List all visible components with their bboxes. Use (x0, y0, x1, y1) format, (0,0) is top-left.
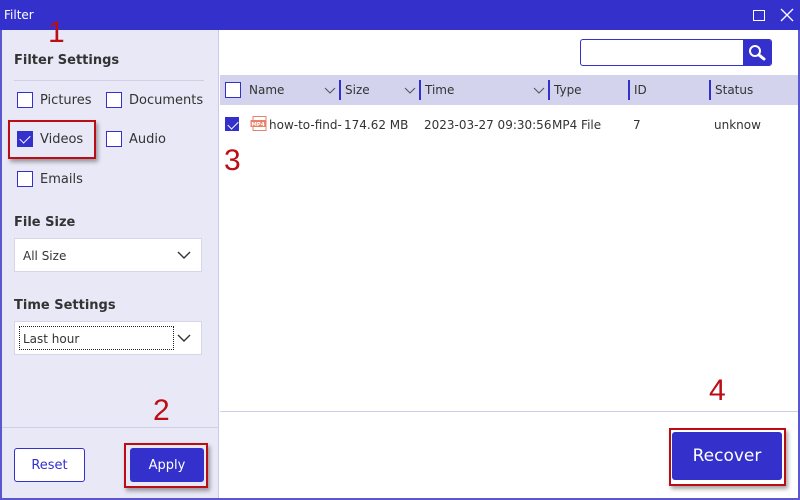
time-settings-select[interactable]: Last hour (14, 321, 202, 355)
column-separator[interactable] (709, 80, 711, 100)
window-border (0, 30, 2, 500)
column-header-id[interactable]: ID (628, 75, 709, 105)
file-size-value: All Size (23, 249, 67, 263)
recover-button[interactable]: Recover (672, 432, 782, 480)
column-separator[interactable] (419, 80, 421, 100)
column-header-type[interactable]: Type (548, 75, 628, 105)
time-settings-value: Last hour (23, 332, 80, 346)
row-status: unknow (714, 118, 761, 132)
row-name: how-to-find- (269, 118, 342, 132)
checkbox-audio[interactable]: Audio (106, 131, 166, 147)
close-icon[interactable] (778, 6, 796, 24)
search-box[interactable] (580, 39, 772, 66)
filter-sidebar: Filter Settings Pictures Documents Video… (2, 30, 219, 498)
checkbox-documents[interactable]: Documents (106, 92, 203, 108)
chevron-down-icon (533, 87, 545, 94)
column-header-label: Status (715, 83, 754, 97)
file-size-select[interactable]: All Size (14, 238, 202, 272)
chevron-down-icon (324, 87, 336, 94)
column-header-label: Name (249, 83, 285, 97)
column-header-size[interactable]: Size (339, 75, 419, 105)
title-bar: Filter (0, 0, 800, 30)
checkbox-pictures-box[interactable] (17, 92, 33, 108)
annotation-step-4: 4 (709, 374, 726, 407)
annotation-step-3: 3 (224, 144, 241, 177)
column-header-label: Type (554, 83, 582, 97)
search-input[interactable] (581, 40, 744, 65)
divider (2, 427, 219, 428)
column-header-status[interactable]: Status (709, 75, 798, 105)
file-size-heading: File Size (14, 215, 76, 230)
column-header-name[interactable]: Name (243, 75, 339, 105)
time-settings-heading: Time Settings (14, 298, 116, 313)
search-icon (749, 45, 766, 61)
table-header: Name Size Time Type ID Status (220, 75, 798, 105)
svg-text:MP4: MP4 (251, 122, 265, 128)
checkbox-videos-box[interactable] (17, 131, 33, 147)
checkbox-emails-label: Emails (40, 171, 83, 187)
apply-button[interactable]: Apply (130, 448, 204, 482)
table-row[interactable]: MP4 how-to-find- 174.62 MB 2023-03-27 09… (220, 110, 798, 138)
annotation-step-1: 1 (48, 16, 65, 49)
divider (14, 80, 204, 81)
annotation-step-2: 2 (153, 394, 170, 427)
checkbox-documents-label: Documents (129, 92, 204, 108)
window-title: Filter (4, 8, 34, 22)
search-button[interactable] (743, 40, 771, 65)
column-header-label: Time (425, 83, 455, 97)
column-separator[interactable] (628, 80, 630, 100)
checkbox-videos[interactable]: Videos (17, 131, 83, 147)
checkbox-videos-label: Videos (40, 131, 84, 147)
filter-settings-heading: Filter Settings (14, 53, 120, 68)
column-header-label: ID (634, 83, 647, 97)
row-type: MP4 File (552, 118, 602, 132)
column-separator[interactable] (548, 80, 550, 100)
reset-button[interactable]: Reset (14, 448, 85, 482)
row-checkbox[interactable] (225, 117, 239, 131)
results-panel: Name Size Time Type ID Status MP4 how-to… (220, 30, 798, 498)
chevron-down-icon (177, 251, 191, 259)
row-id: 7 (633, 118, 641, 132)
checkbox-audio-label: Audio (129, 131, 166, 147)
select-all-checkbox[interactable] (225, 82, 241, 98)
column-header-label: Size (345, 83, 370, 97)
row-size: 174.62 MB (344, 118, 409, 132)
checkbox-documents-box[interactable] (106, 92, 122, 108)
checkbox-audio-box[interactable] (106, 131, 122, 147)
maximize-icon[interactable] (750, 6, 768, 24)
divider (220, 411, 798, 412)
mp4-file-icon: MP4 (250, 116, 267, 131)
chevron-down-icon (404, 87, 416, 94)
column-header-time[interactable]: Time (419, 75, 549, 105)
row-time: 2023-03-27 09:30:56 (424, 118, 552, 132)
checkbox-emails[interactable]: Emails (17, 171, 83, 187)
checkbox-pictures-label: Pictures (40, 92, 92, 108)
checkbox-emails-box[interactable] (17, 171, 33, 187)
checkbox-pictures[interactable]: Pictures (17, 92, 91, 108)
column-separator[interactable] (339, 80, 341, 100)
chevron-down-icon (177, 334, 191, 342)
